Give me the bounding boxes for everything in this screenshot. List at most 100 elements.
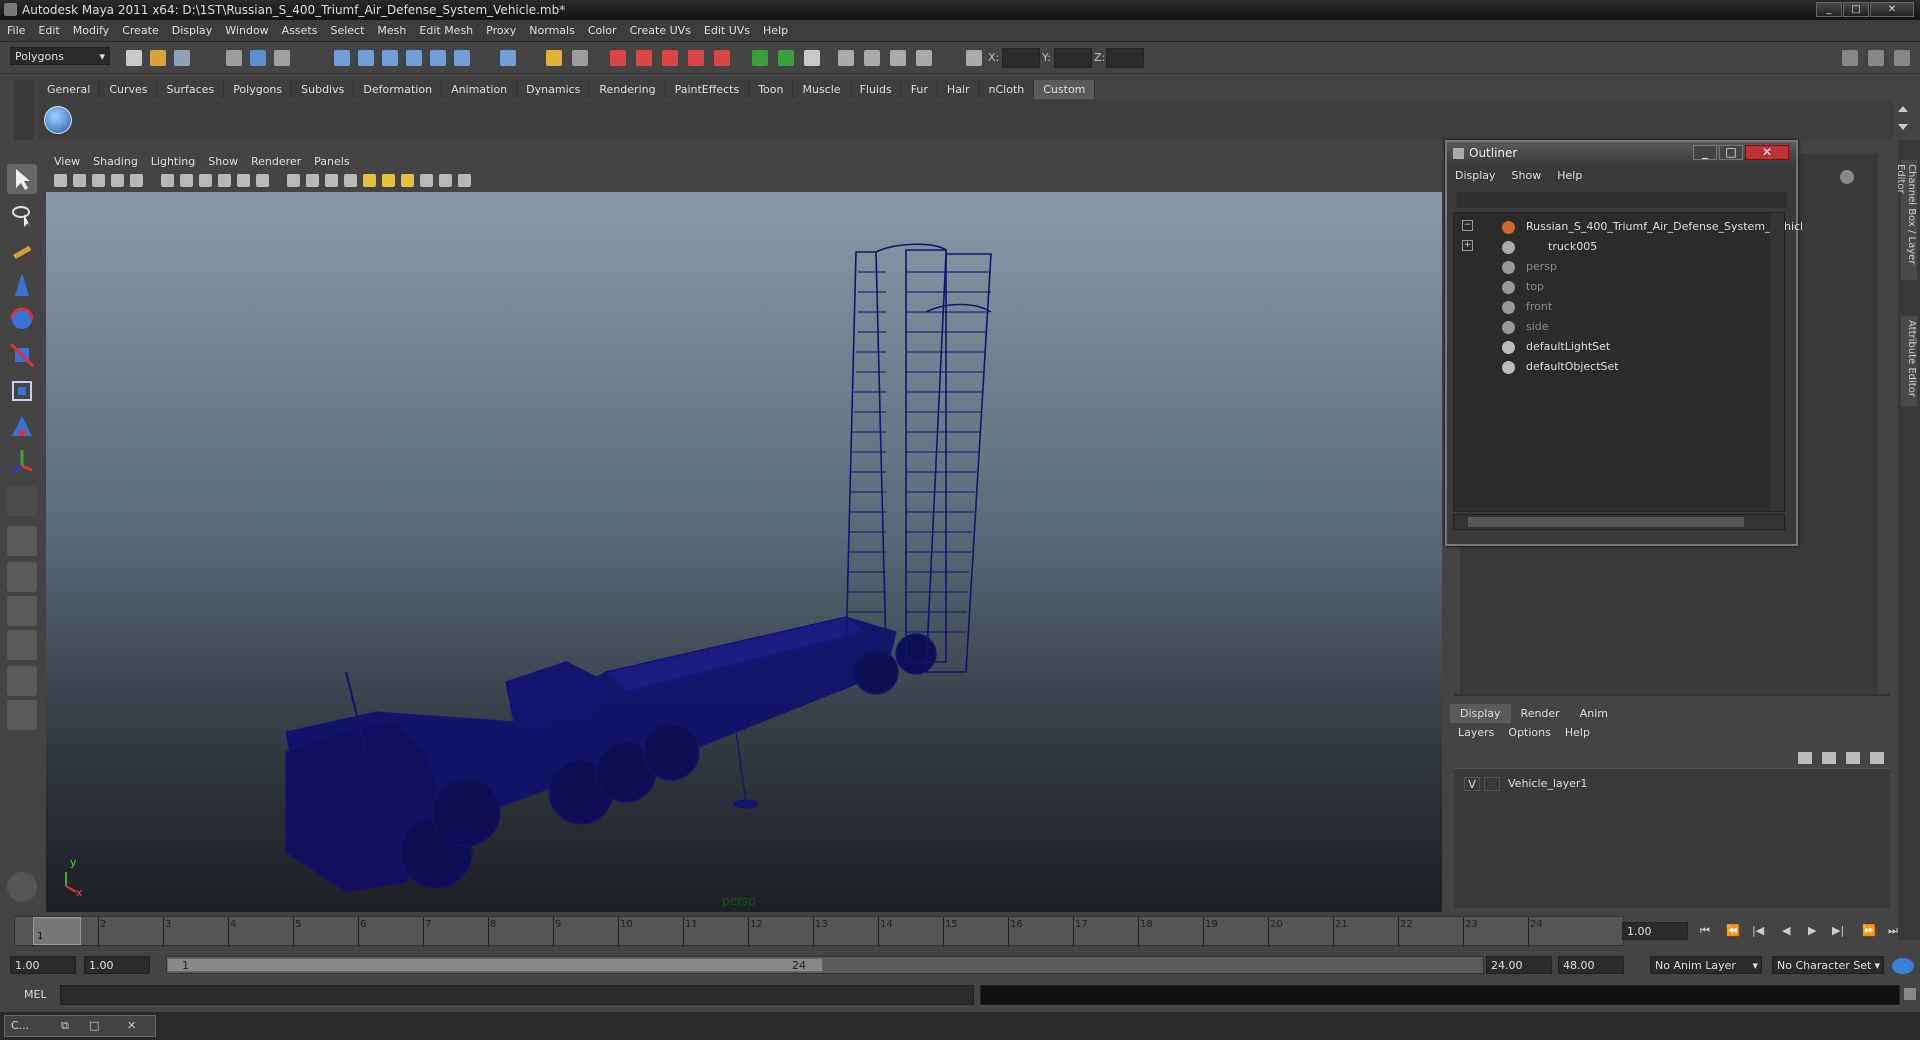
step-forward-key-icon[interactable]: ▶| <box>1832 924 1844 937</box>
range-slider-track[interactable]: 1 24 <box>166 956 1484 974</box>
menu-modify[interactable]: Modify <box>66 20 115 37</box>
outliner-minimize-button[interactable]: _ <box>1693 145 1717 160</box>
layer-menu-layers[interactable]: Layers <box>1458 726 1494 739</box>
snap-point-icon[interactable] <box>382 50 398 66</box>
move-layer-up-icon[interactable] <box>1798 752 1812 764</box>
attribute-editor-icon[interactable] <box>804 50 820 66</box>
outliner-item[interactable]: side <box>1454 317 1774 337</box>
menu-display[interactable]: Display <box>165 20 219 37</box>
layout-options-icon[interactable] <box>7 735 37 753</box>
field-chart-icon[interactable] <box>218 174 231 187</box>
outliner-item[interactable]: top <box>1454 277 1774 297</box>
play-backwards-icon[interactable]: ◀ <box>1782 924 1790 937</box>
layer-tab-anim[interactable]: Anim <box>1570 704 1618 723</box>
outliner-menu-show[interactable]: Show <box>1512 169 1542 182</box>
viewport-menu-renderer[interactable]: Renderer <box>243 152 306 168</box>
outliner-close-button[interactable]: ✕ <box>1745 145 1789 160</box>
viewport-menu-view[interactable]: View <box>46 152 85 168</box>
outliner-menu-display[interactable]: Display <box>1455 169 1496 182</box>
shelf-tab-fluids[interactable]: Fluids <box>850 80 902 99</box>
animation-start-field[interactable]: 1.00 <box>10 956 76 974</box>
shadows-icon[interactable] <box>382 174 395 187</box>
hypershade-layout-icon[interactable] <box>7 666 37 696</box>
toggle-sidebar-icon[interactable] <box>1842 50 1858 66</box>
numeric-input-icon[interactable] <box>966 50 982 66</box>
viewport-menu-lighting[interactable]: Lighting <box>143 152 200 168</box>
shelf-tab-custom[interactable]: Custom <box>1034 80 1096 99</box>
layer-visibility-toggle[interactable]: V <box>1464 777 1480 791</box>
time-slider[interactable]: 1234567891011121314151617181920212223241 <box>14 916 1624 947</box>
history-icon[interactable] <box>500 50 516 66</box>
z-field[interactable] <box>1106 48 1144 68</box>
snap-plane-icon[interactable] <box>406 50 422 66</box>
layer-row[interactable]: V Vehicle_layer1 <box>1458 775 1886 793</box>
shelf-tab-hair[interactable]: Hair <box>937 80 980 99</box>
menu-edit-uvs[interactable]: Edit UVs <box>697 20 756 37</box>
shelf-tab-surfaces[interactable]: Surfaces <box>157 80 225 99</box>
new-empty-layer-icon[interactable] <box>1846 752 1860 764</box>
shelf-tab-muscle[interactable]: Muscle <box>793 80 851 99</box>
menu-window[interactable]: Window <box>218 20 274 37</box>
layer-tab-render[interactable]: Render <box>1511 704 1570 723</box>
go-to-end-icon[interactable]: ⏭ <box>1888 924 1898 938</box>
shelf-tab-rendering[interactable]: Rendering <box>590 80 666 99</box>
film-gate-icon[interactable] <box>161 174 174 187</box>
snap-to-icon[interactable] <box>890 50 906 66</box>
shelf-scroll-up-icon[interactable] <box>1898 106 1908 112</box>
channel-box-options-icon[interactable] <box>1840 170 1854 184</box>
persp-graph-layout-icon[interactable] <box>7 630 37 660</box>
textured-icon[interactable] <box>344 174 357 187</box>
bookmark-icon[interactable] <box>92 174 105 187</box>
shelf-tab-polygons[interactable]: Polygons <box>224 80 293 99</box>
lights-icon[interactable] <box>363 174 376 187</box>
maximize-button[interactable]: □ <box>1843 2 1869 17</box>
outliner-item[interactable]: defaultObjectSet <box>1454 357 1774 377</box>
render-view-icon[interactable] <box>610 50 626 66</box>
step-back-key-icon[interactable]: |◀ <box>1752 924 1764 937</box>
smooth-shade-icon[interactable] <box>306 174 319 187</box>
shelf-tab-painteffects[interactable]: PaintEffects <box>665 80 750 99</box>
viewport-menu-panels[interactable]: Panels <box>306 152 354 168</box>
channel-box-tab[interactable]: Channel Box / Layer Editor <box>1895 160 1917 280</box>
outliner-item[interactable]: + truck005 <box>1454 237 1774 257</box>
outliner-menu-help[interactable]: Help <box>1557 169 1582 182</box>
scale-tool-icon[interactable] <box>7 340 37 370</box>
transform-mode-icon[interactable] <box>838 50 854 66</box>
range-slider-handle[interactable]: 1 24 <box>167 958 823 972</box>
shelf-tab-toon[interactable]: Toon <box>749 80 794 99</box>
outliner-maximize-button[interactable]: □ <box>1719 145 1743 160</box>
safe-action-icon[interactable] <box>237 174 250 187</box>
outliner-horizontal-scrollbar[interactable] <box>1453 514 1785 530</box>
layer-menu-help[interactable]: Help <box>1565 726 1590 739</box>
anim-layer-dropdown[interactable]: No Anim Layer ▾ <box>1650 956 1762 974</box>
close-icon[interactable]: ✕ <box>127 1019 136 1032</box>
menu-file[interactable]: File <box>0 20 31 37</box>
render-frame-icon[interactable] <box>636 50 652 66</box>
perspective-view[interactable]: y x persp <box>46 192 1442 912</box>
outliner-item[interactable]: − Russian_S_400_Triumf_Air_Defense_System… <box>1454 217 1803 237</box>
shelf-tab-subdivs[interactable]: Subdivs <box>292 80 355 99</box>
go-to-start-icon[interactable]: ⏮ <box>1700 924 1710 938</box>
universal-manipulator-icon[interactable] <box>7 376 37 406</box>
render-settings-icon[interactable] <box>688 50 704 66</box>
outliner-item[interactable]: front <box>1454 297 1774 317</box>
hud-icon[interactable] <box>458 174 471 187</box>
wireframe-icon[interactable] <box>287 174 300 187</box>
camera-based-icon[interactable] <box>864 50 880 66</box>
menu-mesh[interactable]: Mesh <box>370 20 412 37</box>
single-perspective-layout-icon[interactable] <box>7 526 37 556</box>
minimized-window-item[interactable]: C... ⧉ □ ✕ <box>4 1015 156 1037</box>
layer-display-type-toggle[interactable] <box>1484 777 1500 791</box>
move-layer-down-icon[interactable] <box>1822 752 1836 764</box>
outliner-filter-field[interactable] <box>1457 192 1787 208</box>
save-scene-icon[interactable] <box>174 50 190 66</box>
shelf-tab-dynamics[interactable]: Dynamics <box>517 80 591 99</box>
soft-modification-icon[interactable] <box>7 412 37 442</box>
xray-icon[interactable] <box>420 174 433 187</box>
resolution-gate-icon[interactable] <box>180 174 193 187</box>
safe-title-icon[interactable] <box>256 174 269 187</box>
wire-on-shaded-icon[interactable] <box>325 174 338 187</box>
menu-create-uvs[interactable]: Create UVs <box>623 20 697 37</box>
tool-settings-icon[interactable] <box>778 50 794 66</box>
menu-proxy[interactable]: Proxy <box>479 20 522 37</box>
